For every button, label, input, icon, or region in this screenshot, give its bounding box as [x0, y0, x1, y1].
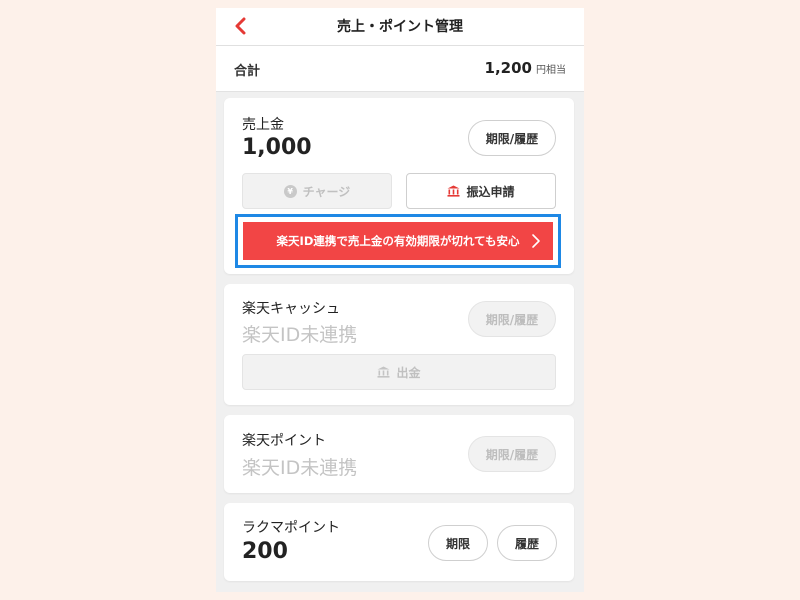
rakuma-point-history-button[interactable]: 履歴 [497, 525, 557, 561]
rakuten-id-link-promo-button[interactable]: 楽天ID連携で売上金の有効期限が切れても安心 [243, 222, 553, 260]
total-amount-unit: 円相当 [536, 65, 566, 76]
rakuten-cash-card: 楽天キャッシュ 楽天ID未連携 期限/履歴 出金 [224, 284, 574, 405]
chevron-right-icon [532, 234, 540, 248]
rakuten-point-value: 楽天ID未連携 [242, 457, 358, 479]
rakuma-point-value: 200 [242, 539, 288, 564]
charge-button[interactable]: ¥ チャージ [242, 173, 392, 209]
app-screen: 売上・ポイント管理 合計 1,200 円相当 売上金 1,000 期限/履歴 ¥ … [216, 8, 584, 592]
promo-label: 楽天ID連携で売上金の有効期限が切れても安心 [276, 234, 520, 248]
rakuma-point-card: ラクマポイント 200 期限 履歴 [224, 503, 574, 581]
charge-label: チャージ [302, 184, 351, 199]
cash-title: 楽天キャッシュ [242, 301, 340, 317]
bank-icon [447, 185, 460, 197]
rakuten-point-title: 楽天ポイント [242, 433, 326, 449]
transfer-request-button[interactable]: 振込申請 [406, 173, 556, 209]
page-title: 売上・ポイント管理 [337, 19, 463, 35]
total-amount-value: 1,200 [484, 59, 532, 77]
yen-coin-icon: ¥ [283, 184, 297, 198]
total-summary: 合計 1,200 円相当 [216, 46, 584, 92]
transfer-label: 振込申請 [466, 184, 515, 199]
rakuma-point-expiry-button[interactable]: 期限 [428, 525, 488, 561]
sales-history-button[interactable]: 期限/履歴 [468, 120, 556, 156]
sales-title: 売上金 [242, 117, 284, 133]
header-bar: 売上・ポイント管理 [216, 8, 584, 46]
promo-highlight-frame: 楽天ID連携で売上金の有効期限が切れても安心 [235, 214, 561, 268]
rakuten-point-history-button[interactable]: 期限/履歴 [468, 436, 556, 472]
total-amount: 1,200 円相当 [485, 59, 566, 77]
cash-history-button[interactable]: 期限/履歴 [468, 301, 556, 337]
total-label: 合計 [234, 64, 261, 79]
bank-icon [377, 366, 390, 378]
sales-card: 売上金 1,000 期限/履歴 ¥ チャージ 振込申請 楽天ID連携で売上金の有… [224, 98, 574, 274]
rakuten-point-card: 楽天ポイント 楽天ID未連携 期限/履歴 [224, 415, 574, 493]
withdraw-label: 出金 [396, 365, 421, 380]
cash-value: 楽天ID未連携 [242, 324, 358, 346]
rakuma-point-title: ラクマポイント [242, 520, 340, 536]
sales-value: 1,000 [242, 135, 312, 160]
withdraw-button[interactable]: 出金 [242, 354, 556, 390]
